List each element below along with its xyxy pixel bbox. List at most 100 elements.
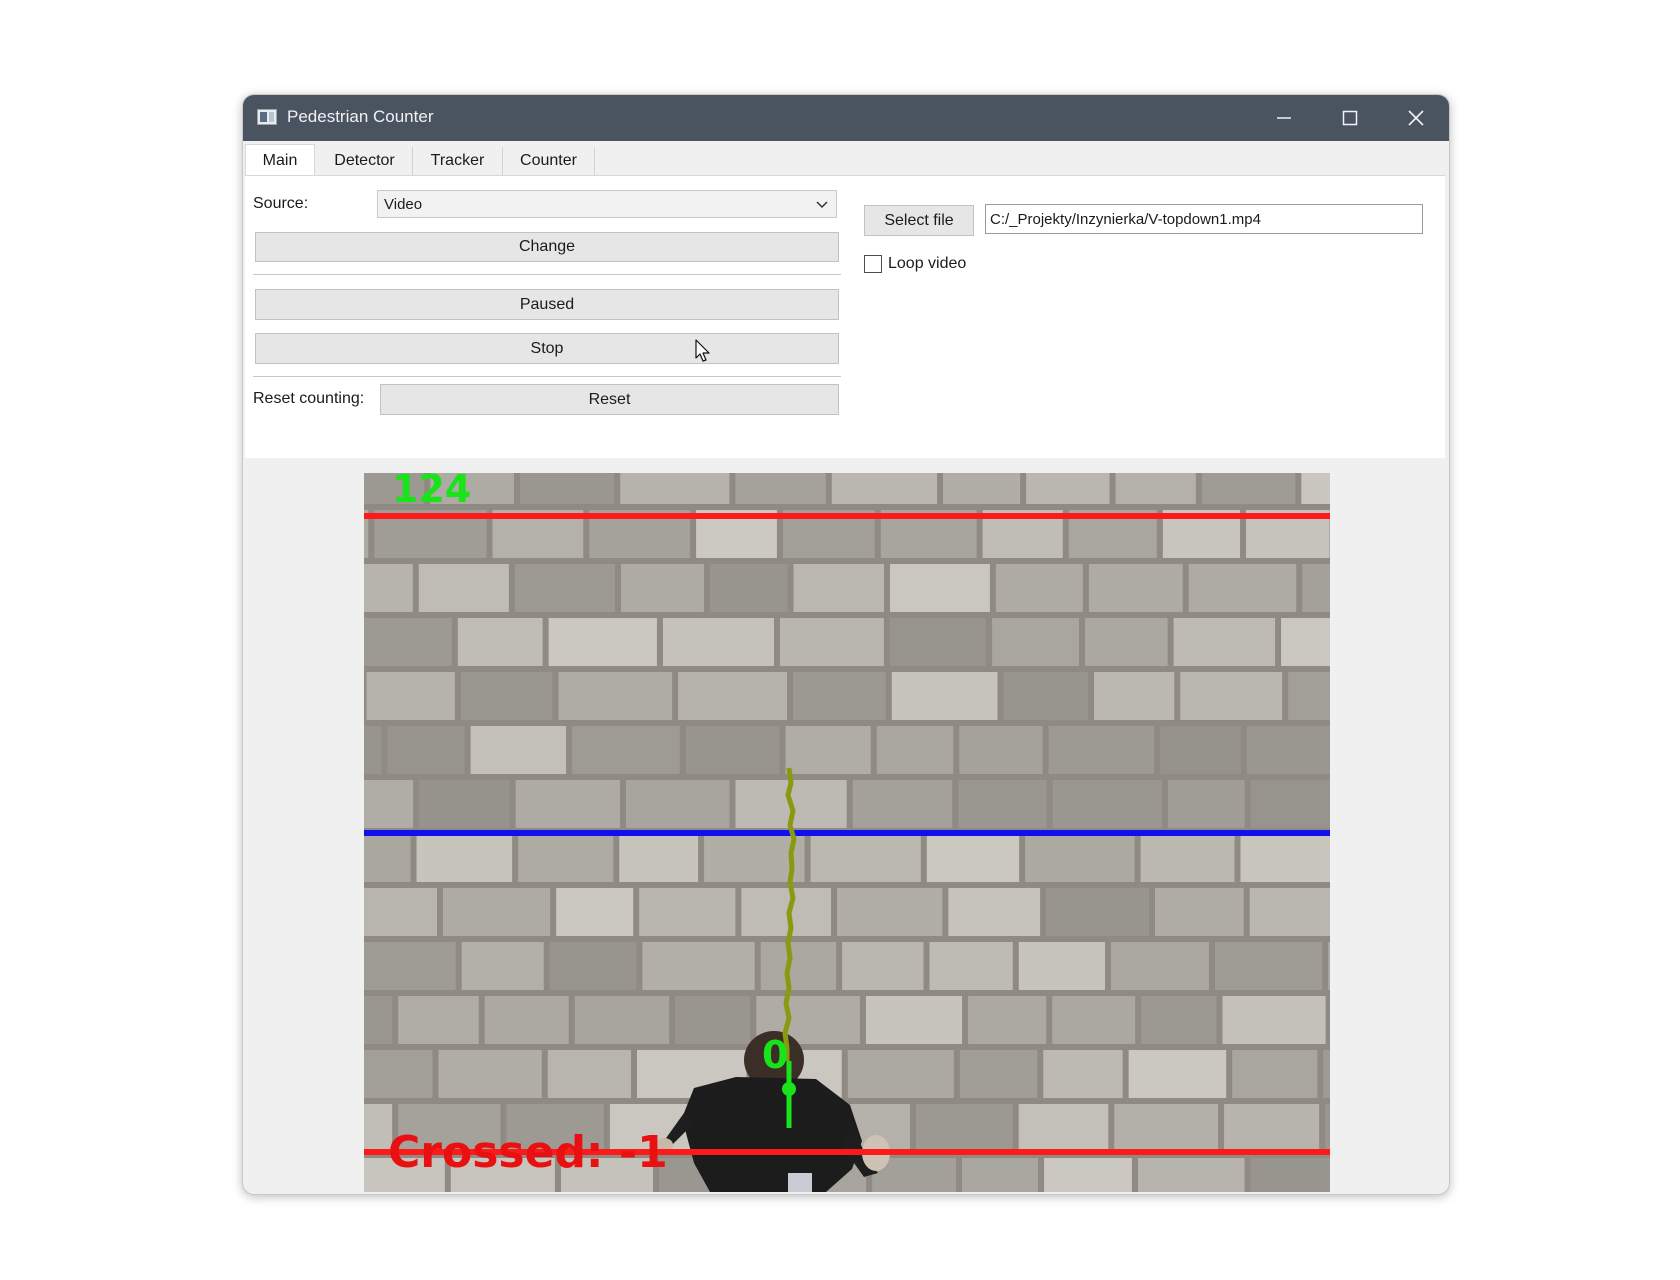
paving-stone [484, 996, 569, 1044]
paving-stone [556, 888, 634, 936]
video-image [364, 473, 1330, 1192]
tab-tracker[interactable]: Tracker [413, 147, 503, 175]
source-dropdown[interactable]: Video [377, 190, 837, 218]
paving-stone [1288, 672, 1330, 720]
paving-stone [916, 1104, 1013, 1152]
paving-stone [741, 888, 832, 936]
paving-stone [558, 672, 673, 720]
paving-stone [1018, 1104, 1109, 1152]
paving-stone [461, 942, 544, 990]
paving-stone [1111, 942, 1209, 990]
app-window: Pedestrian Counter Main Detector Tracker… [242, 94, 1450, 1195]
paving-stone [1003, 672, 1089, 720]
paving-stone [620, 564, 704, 612]
paving-stone [549, 942, 637, 990]
mouse-cursor-icon [695, 339, 710, 362]
paving-stone [792, 672, 886, 720]
select-file-button[interactable]: Select file [864, 205, 974, 236]
paving-stone [518, 834, 614, 882]
paving-stone [1222, 996, 1326, 1044]
paving-stone [1128, 1050, 1227, 1098]
paving-stone [642, 942, 755, 990]
paving-stone [958, 780, 1047, 828]
paving-stone [810, 834, 921, 882]
paving-stone [865, 996, 963, 1044]
paving-stone [470, 726, 567, 774]
paving-stone [1232, 1050, 1318, 1098]
paving-stone [662, 618, 775, 666]
paving-stone [387, 726, 465, 774]
paving-stone [398, 996, 479, 1044]
paving-stone [364, 996, 393, 1044]
paving-stone [1043, 1050, 1123, 1098]
paving-stone [837, 888, 943, 936]
paving-stone [620, 473, 730, 504]
stop-button[interactable]: Stop [255, 333, 839, 364]
paving-stone [457, 618, 543, 666]
paving-stone [1201, 473, 1296, 504]
reset-button[interactable]: Reset [380, 384, 839, 415]
paving-stone [1167, 780, 1245, 828]
paving-stone [1044, 1158, 1132, 1192]
tab-detector[interactable]: Detector [317, 147, 413, 175]
close-icon [1408, 110, 1424, 126]
paving-stone [889, 618, 987, 666]
paving-stone [515, 780, 620, 828]
paving-stone [419, 780, 510, 828]
paving-stone [1188, 564, 1297, 612]
paving-stone [1085, 618, 1168, 666]
change-button[interactable]: Change [255, 232, 839, 262]
paused-button[interactable]: Paused [255, 289, 839, 320]
paving-stone [1154, 888, 1244, 936]
paving-stone [1052, 780, 1162, 828]
maximize-button[interactable] [1317, 95, 1383, 141]
paving-stone [785, 726, 871, 774]
file-path-field[interactable]: C:/_Projekty/Inzynierka/V-topdown1.mp4 [985, 204, 1423, 234]
paving-stone [831, 473, 938, 504]
maximize-icon [1342, 110, 1358, 126]
paving-stone [1046, 888, 1149, 936]
loop-video-label[interactable]: Loop video [888, 255, 966, 273]
paving-stone [416, 834, 513, 882]
paving-stone [1240, 834, 1330, 882]
title-bar[interactable]: Pedestrian Counter [243, 95, 1449, 141]
paving-stone [572, 726, 680, 774]
paving-stone [876, 726, 954, 774]
paving-stone [460, 672, 553, 720]
loop-video-checkbox[interactable] [864, 255, 882, 273]
close-button[interactable] [1383, 95, 1449, 141]
reset-counting-label: Reset counting: [253, 390, 365, 407]
paving-stone [847, 1050, 954, 1098]
paving-stone [364, 726, 382, 774]
paving-stone [514, 564, 615, 612]
paving-stone [1088, 564, 1183, 612]
separator [253, 274, 841, 275]
paving-stone [1281, 618, 1330, 666]
app-window-icon [257, 109, 277, 125]
paving-stone [442, 888, 551, 936]
paving-stone [929, 942, 1013, 990]
paving-stone [1323, 1050, 1330, 1098]
tab-counter[interactable]: Counter [503, 147, 595, 175]
source-dropdown-value: Video [384, 195, 423, 213]
paving-stone [760, 942, 837, 990]
tab-bar: Main Detector Tracker Counter [245, 141, 1449, 176]
paving-stone [1140, 834, 1235, 882]
paving-stone [1052, 996, 1136, 1044]
paving-stone [685, 726, 780, 774]
paving-stone [968, 996, 1047, 1044]
paving-stone [1160, 726, 1241, 774]
video-frame: 124 0 Crossed: -1 [364, 473, 1330, 1192]
paving-stone [852, 780, 953, 828]
paving-stone [709, 564, 788, 612]
minimize-button[interactable] [1251, 95, 1317, 141]
paving-stone [1026, 473, 1110, 504]
paving-stone [1325, 1104, 1330, 1152]
paving-stone [926, 834, 1020, 882]
paving-stone [890, 564, 990, 612]
paving-stone [948, 888, 1041, 936]
paving-stone [364, 942, 456, 990]
tab-main[interactable]: Main [245, 144, 315, 176]
chevron-down-icon [816, 201, 828, 209]
paving-stone [735, 473, 826, 504]
